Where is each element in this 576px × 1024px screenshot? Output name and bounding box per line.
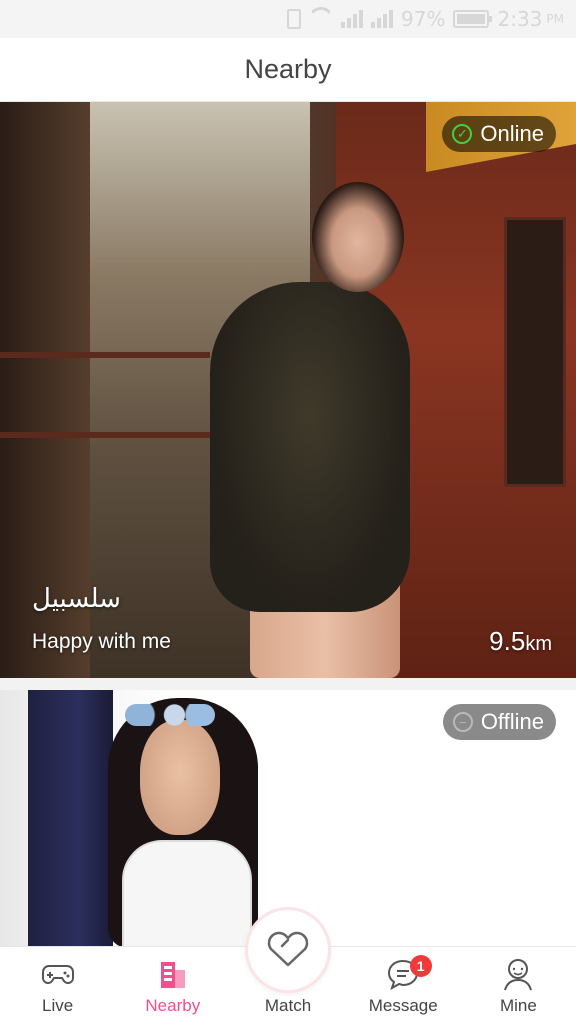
status-label: Online <box>480 121 544 146</box>
wifi-icon <box>309 10 333 28</box>
page-title: Nearby <box>244 54 332 84</box>
clock-ampm: PM <box>546 12 564 26</box>
signal-icon-2 <box>371 10 394 28</box>
status-label: Offline <box>480 709 544 734</box>
online-status-badge: ✓ Online <box>442 116 556 152</box>
heart-icon <box>266 928 310 973</box>
nav-item-mine[interactable]: Mine <box>461 947 576 1024</box>
distance-unit: km <box>525 633 552 655</box>
person-icon <box>500 956 536 992</box>
nav-item-message[interactable]: 1 Message <box>346 947 461 1024</box>
nav-label: Message <box>368 996 438 1015</box>
battery-icon <box>453 10 493 28</box>
nav-label: Live <box>42 996 74 1015</box>
nav-item-live[interactable]: Live <box>0 947 115 1024</box>
user-distance: 9.5km <box>489 626 552 657</box>
buildings-icon <box>155 956 191 992</box>
offline-status-badge: − Offline <box>442 704 556 740</box>
app-header: Nearby <box>0 38 576 102</box>
check-circle-icon: ✓ <box>452 124 473 144</box>
nav-label: Nearby <box>145 996 201 1015</box>
nav-label: Match <box>264 996 312 1015</box>
vibrate-icon <box>287 9 302 29</box>
signal-icon <box>341 10 364 28</box>
gamepad-icon <box>40 956 76 992</box>
clock: 2:33 <box>497 7 543 31</box>
user-name: سلسبيل <box>32 584 121 614</box>
match-button[interactable] <box>248 910 328 990</box>
nav-label: Mine <box>499 996 537 1015</box>
user-card[interactable]: − Offline <box>0 690 576 946</box>
status-bar: 97% 2:33 PM <box>0 0 576 38</box>
message-badge: 1 <box>409 955 432 977</box>
minus-circle-icon: − <box>452 712 473 732</box>
user-bio: Happy with me <box>32 630 171 653</box>
distance-value: 9.5 <box>489 626 526 656</box>
nav-item-nearby[interactable]: Nearby <box>115 947 230 1024</box>
user-card[interactable]: ✓ Online سلسبيل Happy with me 9.5km <box>0 102 576 678</box>
battery-percent: 97% <box>401 7 446 31</box>
